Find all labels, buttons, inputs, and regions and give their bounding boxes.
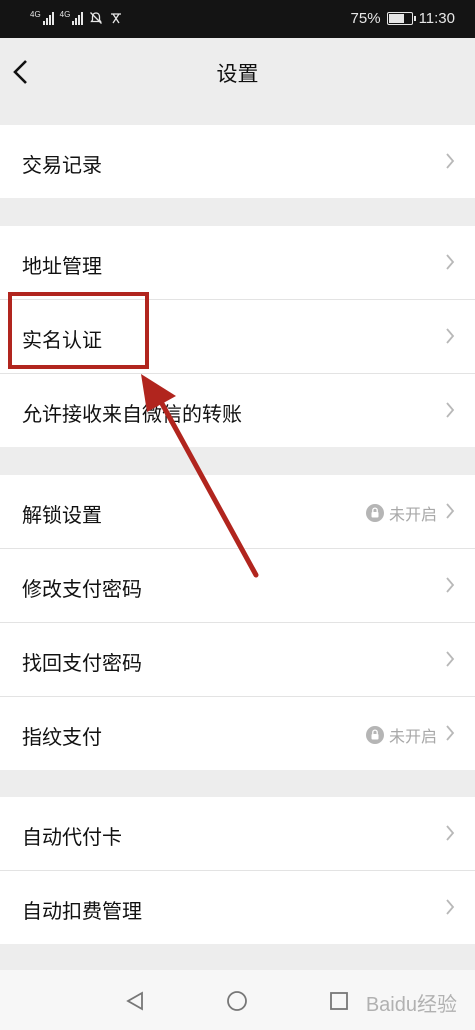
settings-item-address-management[interactable]: 地址管理 [0,226,475,300]
item-label: 找回支付密码 [22,651,142,675]
battery-percent: 75% [350,10,381,27]
settings-group-1: 交易记录 [0,125,475,198]
settings-item-fingerprint-payment[interactable]: 指纹支付 未开启 [0,697,475,770]
item-label: 自动代付卡 [22,825,122,849]
settings-group-2: 地址管理 实名认证 允许接收来自微信的转账 [0,226,475,447]
settings-item-real-name-verification[interactable]: 实名认证 [0,300,475,374]
signal-icon: 4G [30,11,54,25]
signal-icon: 4G [60,11,84,25]
item-label: 交易记录 [22,153,102,177]
item-label: 允许接收来自微信的转账 [22,402,242,426]
watermark: Baidu经验 [365,994,457,1016]
recents-square-icon[interactable] [328,990,350,1012]
settings-item-recover-payment-password[interactable]: 找回支付密码 [0,623,475,697]
chevron-right-icon [446,402,455,418]
chevron-right-icon [446,725,455,741]
status-text: 未开启 [388,505,437,524]
chevron-right-icon [446,825,455,841]
home-circle-icon[interactable] [226,990,248,1012]
chevron-right-icon [446,328,455,344]
clock: 11:30 [418,10,455,27]
item-label: 指纹支付 [22,725,102,749]
status-bar: 4G 4G 75% 11:30 [0,0,475,38]
chevron-right-icon [446,153,455,169]
chevron-right-icon [446,254,455,270]
settings-group-4: 自动代付卡 自动扣费管理 [0,797,475,944]
chevron-right-icon [446,651,455,667]
chevron-right-icon [446,503,455,519]
settings-group-3: 解锁设置 未开启 修改支付密码 找回支付密码 指纹支付 未开启 [0,475,475,770]
item-label: 修改支付密码 [22,577,142,601]
lock-icon [365,504,384,522]
navigation-bar: 设置 [0,38,475,106]
back-triangle-icon[interactable] [124,990,146,1012]
chevron-right-icon [446,577,455,593]
item-label: 自动扣费管理 [22,899,142,923]
settings-item-auto-payment-card[interactable]: 自动代付卡 [0,797,475,871]
settings-item-unlock-settings[interactable]: 解锁设置 未开启 [0,475,475,549]
settings-item-allow-wechat-transfer[interactable]: 允许接收来自微信的转账 [0,374,475,447]
settings-item-change-payment-password[interactable]: 修改支付密码 [0,549,475,623]
chevron-right-icon [446,899,455,915]
settings-item-auto-deduction-management[interactable]: 自动扣费管理 [0,871,475,944]
battery-icon [386,12,416,25]
item-label: 地址管理 [22,254,102,278]
lock-icon [365,726,384,744]
status-text: 未开启 [388,727,437,746]
bell-muted-icon [90,12,103,24]
item-label: 实名认证 [22,328,102,352]
status-indicator: 未开启 [365,501,437,525]
settings-item-transaction-records[interactable]: 交易记录 [0,125,475,198]
system-navigation-bar: Baidu经验 [0,970,475,1030]
status-indicator: 未开启 [365,723,437,747]
item-label: 解锁设置 [22,503,102,527]
page-title: 设置 [216,62,259,86]
nfc-icon [111,13,122,24]
